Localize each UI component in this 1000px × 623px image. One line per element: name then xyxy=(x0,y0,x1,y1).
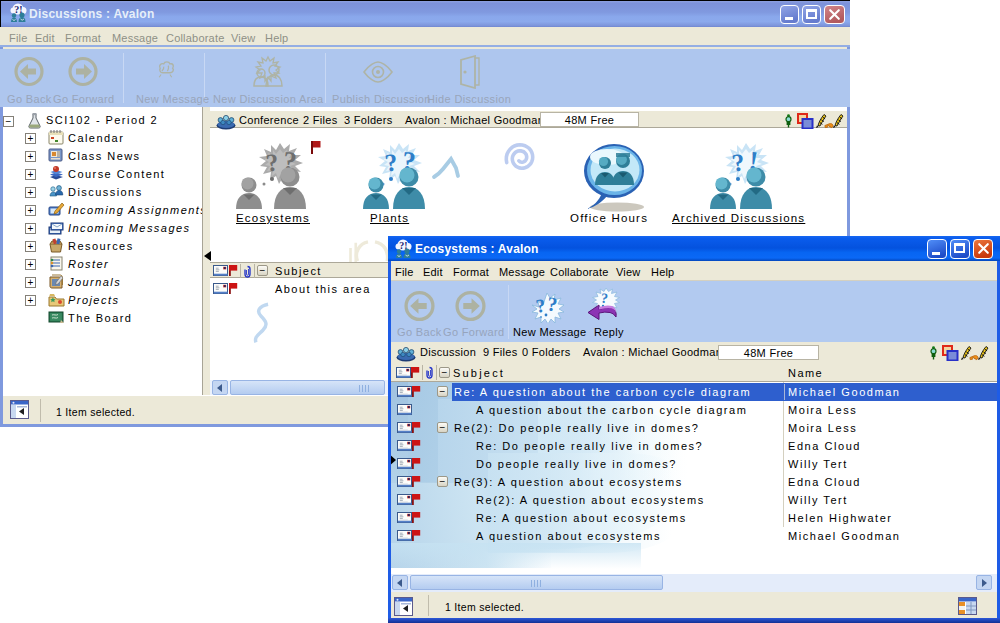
svg-text:?: ? xyxy=(534,294,546,316)
